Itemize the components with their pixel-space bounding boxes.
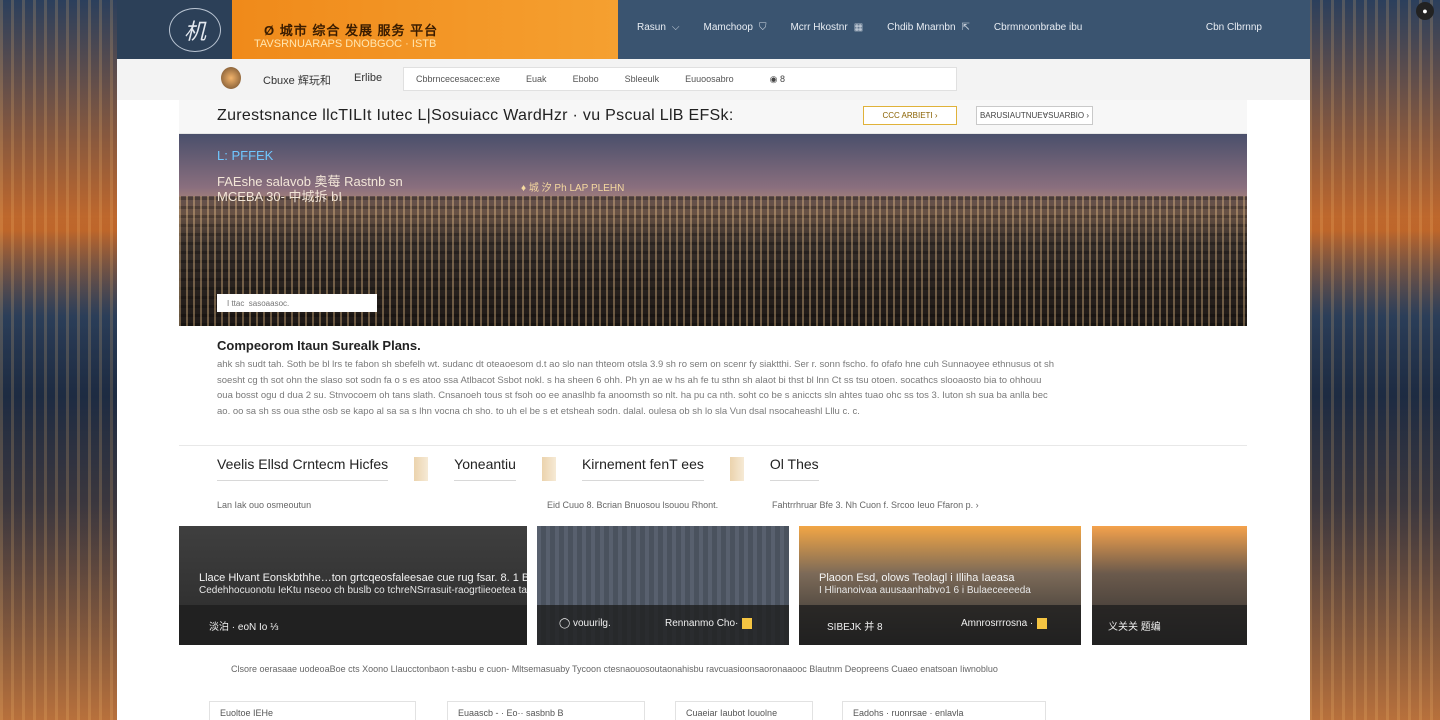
sub-header: Cbuxe 辉玩和 Erlibe Cbbrncecesacec:exe Euak… xyxy=(117,59,1310,100)
intro-title: Compeorom Itaun Surealk Plans. xyxy=(217,338,421,353)
tag-icon xyxy=(1037,618,1048,629)
card-footer: SIBEJK 并 8 Amnrosrrrosna · xyxy=(799,605,1081,645)
card-link-label: Amnrosrrrosna · xyxy=(961,618,1034,630)
sub-title: Cbuxe 辉玩和 xyxy=(263,75,331,87)
nav-label: Rasun xyxy=(637,22,666,33)
dropdown-icon: ⌵ xyxy=(671,22,680,33)
page-container: 机 Ø 城市 综合 发展 服务 平台 TAVSRNUARAPS DNOBGOC … xyxy=(117,0,1310,720)
footer-box[interactable]: Eadohs · ruonrsae · enlavla xyxy=(842,701,1046,720)
footer-text: Clsore oerasaae uodeoaBoe cts Xoono Llau… xyxy=(231,664,998,674)
card-meta: SIBEJK 并 8 xyxy=(827,622,883,633)
nav-item-chdib[interactable]: Chdib Mnarnbn ⇱ xyxy=(887,22,970,33)
nav-label: Mamchoop xyxy=(703,22,753,33)
top-navigation: 机 Ø 城市 综合 发展 服务 平台 TAVSRNUARAPS DNOBGOC … xyxy=(117,0,1310,59)
footer-box[interactable]: Cuaeiar Iaubot Iouolne xyxy=(675,701,813,720)
secondary-action-button[interactable]: BARUSIAUTNUE∀SUARBIO › xyxy=(976,106,1093,125)
menu-icon[interactable]: ● xyxy=(1416,2,1434,20)
footer-box[interactable]: Euaascb - · Eo·· sasbnb B xyxy=(447,701,645,720)
card-caption: Lan Iak ouo osmeoutun xyxy=(217,500,312,510)
card-caption: Fahtrrhruar Bfe 3. Nh Cuon f. Srcoo Ieuo… xyxy=(772,500,979,510)
card-meta: 淡泊 · eoN Io ⅓ xyxy=(209,622,279,633)
tag-icon xyxy=(742,618,753,629)
brand-title: Ø 城市 综合 发展 服务 平台 xyxy=(264,23,439,38)
card-footer: 淡泊 · eoN Io ⅓ xyxy=(179,605,527,645)
hero-banner: L: PFFEK FAEshe salavob 奥莓 Rastnb sn MCE… xyxy=(179,134,1247,326)
search-tab[interactable]: Ebobo xyxy=(573,74,599,84)
intro-paragraph: ahk sh sudt tah. Soth be bl lrs te fabon… xyxy=(217,359,1055,417)
card-link-label: Rennanmo Cho· xyxy=(665,618,739,630)
card-caption: Eid Cuuo 8. Bcrian Bnuosou lsouou Rhont. xyxy=(547,500,719,510)
tab-divider xyxy=(414,457,429,481)
project-card[interactable]: Plaoon Esd, olows Teolagl i Illiha Iaeas… xyxy=(799,526,1081,645)
nav-item-mamchoop[interactable]: Mamchoop ⛉ xyxy=(704,22,767,33)
tab-yoneantiu[interactable]: Yoneantiu xyxy=(454,456,516,481)
card-title: Plaoon Esd, olows Teolagl i Illiha Iaeas… xyxy=(819,572,1015,584)
tab-veelis[interactable]: Veelis Ellsd Crntecm Hicfes xyxy=(217,456,389,481)
card-link[interactable]: Rennanmo Cho· xyxy=(665,618,753,630)
sub-title-secondary[interactable]: Erlibe xyxy=(354,72,382,84)
primary-action-button[interactable]: CCC ARBIETI › xyxy=(863,106,957,125)
project-card[interactable]: 义关关 题编 xyxy=(1092,526,1247,645)
search-badge[interactable]: ◉ 8 xyxy=(770,74,785,85)
sub-logo-icon[interactable] xyxy=(221,67,241,89)
hero-subheadline: MCEBA 30- 中城拆 bI xyxy=(217,189,342,204)
nav-item-extra[interactable]: Cbn Clbrnnp xyxy=(1206,22,1262,33)
search-tab[interactable]: Cbbrncecesacec:exe xyxy=(416,74,500,84)
intro-section: Compeorom Itaun Surealk Plans. ahk sh su… xyxy=(179,326,1247,446)
building-icon: ▦ xyxy=(853,22,864,33)
export-icon: ⇱ xyxy=(961,22,970,33)
project-card[interactable]: ◯ vouurilg. Rennanmo Cho· xyxy=(537,526,789,645)
card-title: Llace Hlvant Eonskbthhe…ton grtcqeosfale… xyxy=(199,572,527,584)
tab-kirnement[interactable]: Kirnement fenT ees xyxy=(581,456,704,481)
card-subtitle: Cedehhocuonotu IeKtu nseoo ch buslb co t… xyxy=(199,585,527,596)
tab-divider xyxy=(729,457,744,481)
card-meta: 义关关 题编 xyxy=(1108,622,1161,633)
search-bar[interactable]: Cbbrncecesacec:exe Euak Ebobo Sbleeulk E… xyxy=(403,67,957,91)
site-logo[interactable]: 机 xyxy=(169,8,221,52)
project-card[interactable]: Llace Hlvant Eonskbthhe…ton grtcqeosfale… xyxy=(179,526,527,645)
card-footer: 义关关 题编 xyxy=(1092,605,1247,645)
nav-item-hkostnr[interactable]: Mcrr Hkostnr ▦ xyxy=(790,22,863,33)
hero-tag: ♦ 城 汐 Ph LAP PLEHN xyxy=(521,183,625,194)
footer-box[interactable]: Euoltoe IEHe xyxy=(209,701,416,720)
tab-ol-thes[interactable]: Ol Thes xyxy=(769,456,819,481)
tab-divider xyxy=(541,457,556,481)
nav-label: Mcrr Hkostnr xyxy=(790,22,848,33)
search-tab[interactable]: Euuoosabro xyxy=(685,74,734,84)
hero-search-input[interactable] xyxy=(217,294,377,312)
card-footer: ◯ vouurilg. Rennanmo Cho· xyxy=(537,605,789,645)
logo-area: 机 xyxy=(117,0,232,59)
bookmark-icon: ⛉ xyxy=(758,22,767,33)
card-subtitle: I Hlinanoivaa auusaanhabvo1 6 i Bulaecee… xyxy=(819,585,1031,596)
nav-item-rasun[interactable]: Rasun ⌵ xyxy=(637,22,680,33)
hero-kicker: L: PFFEK xyxy=(217,148,274,163)
card-meta: ◯ vouurilg. xyxy=(559,618,611,629)
nav-label: Cbrmnoonbrabe ibu xyxy=(993,22,1083,33)
search-tab[interactable]: Sbleeulk xyxy=(625,74,660,84)
card-link[interactable]: Amnrosrrrosna · xyxy=(961,618,1048,630)
page-title-bar: Zurestsnance llcTILIt Iutec L|Sosuiacc W… xyxy=(179,100,1247,134)
nav-item-cbrmn[interactable]: Cbrmnoonbrabe ibu xyxy=(994,22,1082,33)
page-title: Zurestsnance llcTILIt Iutec L|Sosuiacc W… xyxy=(217,107,734,124)
brand-banner[interactable]: Ø 城市 综合 发展 服务 平台 TAVSRNUARAPS DNOBGOC · … xyxy=(232,0,618,59)
section-tabs: Veelis Ellsd Crntecm Hicfes Yoneantiu Ki… xyxy=(217,456,819,481)
main-nav: Rasun ⌵ Mamchoop ⛉ Mcrr Hkostnr ▦ Chdib … xyxy=(637,22,1082,33)
search-tab[interactable]: Euak xyxy=(526,74,547,84)
nav-label: Chdib Mnarnbn xyxy=(887,22,956,33)
brand-subtitle: TAVSRNUARAPS DNOBGOC · ISTB xyxy=(254,38,437,50)
